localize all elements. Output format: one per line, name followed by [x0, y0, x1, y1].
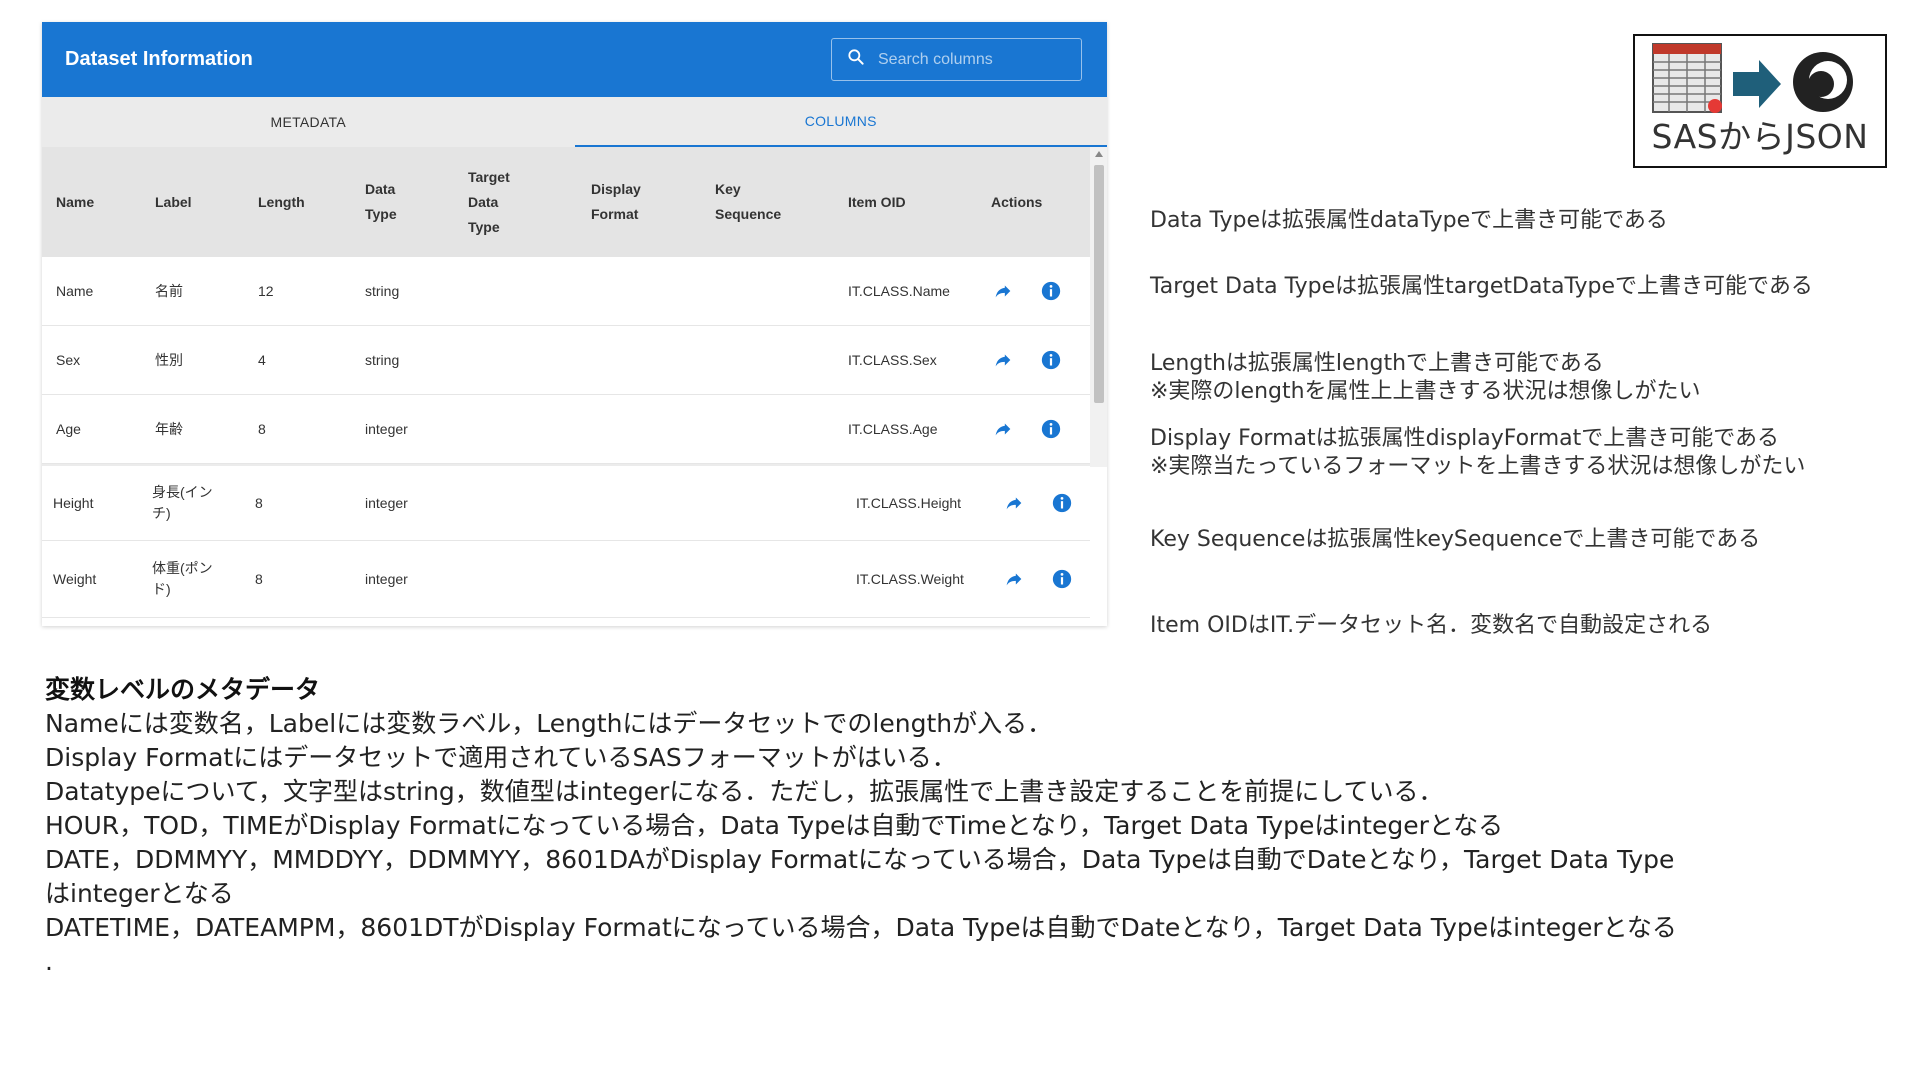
info-icon[interactable]: [1039, 348, 1063, 372]
row-actions: [977, 491, 1090, 515]
cell-item-oid: IT.CLASS.Sex: [848, 351, 937, 368]
cell-data-type: integer: [365, 570, 408, 587]
col-header-data-type[interactable]: Data Type: [351, 177, 454, 227]
col-header-length[interactable]: Length: [244, 190, 351, 215]
cell-label: 名前: [155, 282, 183, 299]
table-row[interactable]: Height 身長(イン チ) 8 integer IT.CLASS.Height: [42, 464, 1090, 541]
col-header-name[interactable]: Name: [42, 190, 141, 215]
share-arrow-icon[interactable]: [991, 279, 1015, 303]
logo-text: SASからJSON: [1651, 117, 1869, 156]
row-actions: [977, 417, 1090, 441]
cell-label: 身長(イン チ): [152, 484, 213, 521]
description-title: 変数レベルのメタデータ: [45, 675, 321, 704]
info-icon[interactable]: [1050, 491, 1074, 515]
cell-data-type: string: [365, 282, 400, 299]
description-block: 変数レベルのメタデータ Nameには変数名，Labelには変数ラベル，Lengt…: [45, 673, 1885, 979]
table-row[interactable]: Sex 性別 4 string IT.CLASS.Sex: [42, 326, 1090, 395]
col-header-label[interactable]: Label: [141, 190, 244, 215]
col-header-actions: Actions: [991, 193, 1043, 210]
panel-header: Dataset Information: [42, 22, 1107, 97]
search-box[interactable]: [831, 38, 1082, 81]
share-arrow-icon[interactable]: [991, 417, 1015, 441]
columns-table: Name Label Length Data Type Target Data Typ…: [42, 147, 1107, 618]
row-actions: [977, 348, 1090, 372]
panel-title: Dataset Information: [65, 48, 253, 70]
info-icon[interactable]: [1039, 417, 1063, 441]
table-row[interactable]: Age 年齢 8 integer IT.CLASS.Age: [42, 395, 1090, 464]
note-display-format-remark: ※実際当たっているフォーマットを上書きする状況は想像しがたい: [1150, 454, 1806, 479]
description-line: .: [45, 947, 53, 976]
scroll-up-icon[interactable]: [1095, 151, 1103, 157]
note-key-sequence: Key Sequenceは拡張属性keySequenceで上書き可能である: [1150, 527, 1761, 552]
cell-name: Name: [56, 282, 94, 299]
scroll-thumb[interactable]: [1094, 165, 1104, 403]
sas-to-json-logo: SASからJSON: [1633, 34, 1887, 168]
share-arrow-icon[interactable]: [1002, 567, 1026, 591]
description-line: はintegerとなる: [45, 879, 234, 908]
table-row[interactable]: Weight 体重(ポン ド) 8 integer IT.CLASS.Weight: [42, 541, 1090, 618]
description-line: DATE，DDMMYY，MMDDYY，DDMMYY，8601DAがDisplay…: [45, 845, 1675, 874]
cell-length: 8: [255, 494, 263, 511]
cell-data-type: string: [365, 351, 400, 368]
row-actions: [977, 567, 1090, 591]
dataset-info-panel: Dataset Information METADATA COLUMNS Nam…: [42, 22, 1107, 626]
cell-label: 性別: [155, 351, 183, 368]
cell-name: Height: [53, 494, 94, 511]
description-line: HOUR，TOD，TIMEがDisplay Formatになっている場合，Dat…: [45, 811, 1504, 840]
note-target-data-type: Target Data Typeは拡張属性targetDataTypeで上書き可…: [1150, 274, 1813, 299]
search-icon: [846, 47, 866, 72]
description-line: DATETIME，DATEAMPM，8601DTがDisplay Formatに…: [45, 913, 1677, 942]
row-actions: [977, 279, 1090, 303]
cell-data-type: integer: [365, 420, 408, 437]
cell-name: Weight: [53, 570, 97, 587]
note-item-oid: Item OIDはIT.データセット名．変数名で自動設定される: [1150, 613, 1713, 638]
note-length: Lengthは拡張属性lengthで上書き可能である: [1150, 351, 1604, 376]
description-line: Nameには変数名，Labelには変数ラベル，Lengthにはデータセットでのl…: [45, 709, 1053, 738]
tab-metadata[interactable]: METADATA: [42, 97, 575, 147]
cell-length: 8: [255, 570, 263, 587]
note-display-format: Display Formatは拡張属性displayFormatで上書き可能であ…: [1150, 426, 1780, 451]
cell-item-oid: IT.CLASS.Height: [856, 494, 962, 511]
cell-data-type: integer: [365, 494, 408, 511]
cell-label: 体重(ポン ド): [152, 560, 213, 597]
cell-name: Age: [56, 420, 81, 437]
col-header-key-sequence[interactable]: Key Sequence: [701, 177, 834, 227]
table-scrollbar[interactable]: [1090, 147, 1107, 467]
col-header-target-data-type[interactable]: Target Data Type: [454, 165, 577, 240]
description-line: Datatypeについて，文字型はstring，数値型はintegerになる．た…: [45, 777, 1444, 806]
table-rows-continued: Height 身長(イン チ) 8 integer IT.CLASS.Height…: [42, 464, 1107, 618]
cell-item-oid: IT.CLASS.Name: [848, 282, 950, 299]
tab-bar: METADATA COLUMNS: [42, 97, 1107, 147]
tab-columns[interactable]: COLUMNS: [574, 97, 1107, 147]
cell-length: 4: [258, 351, 266, 368]
info-icon[interactable]: [1050, 567, 1074, 591]
cell-length: 12: [258, 282, 274, 299]
table-row[interactable]: Name 名前 12 string IT.CLASS.Name: [42, 257, 1090, 326]
cell-length: 8: [258, 420, 266, 437]
share-arrow-icon[interactable]: [991, 348, 1015, 372]
cell-name: Sex: [56, 351, 81, 368]
share-arrow-icon[interactable]: [1002, 491, 1026, 515]
col-header-item-oid[interactable]: Item OID: [834, 190, 977, 215]
cell-label: 年齢: [155, 420, 183, 437]
cell-item-oid: IT.CLASS.Age: [848, 420, 938, 437]
col-header-display-format[interactable]: Display Format: [577, 177, 701, 227]
search-input[interactable]: [878, 50, 1068, 69]
cell-item-oid: IT.CLASS.Weight: [856, 570, 964, 587]
info-icon[interactable]: [1039, 279, 1063, 303]
description-line: Display Formatにはデータセットで適用されているSASフォーマットが…: [45, 743, 957, 772]
note-data-type: Data Typeは拡張属性dataTypeで上書き可能である: [1150, 208, 1668, 233]
table-header: Name Label Length Data Type Target Data Typ…: [42, 147, 1090, 257]
note-length-remark: ※実際のlengthを属性上上書きする状況は想像しがたい: [1150, 379, 1701, 404]
